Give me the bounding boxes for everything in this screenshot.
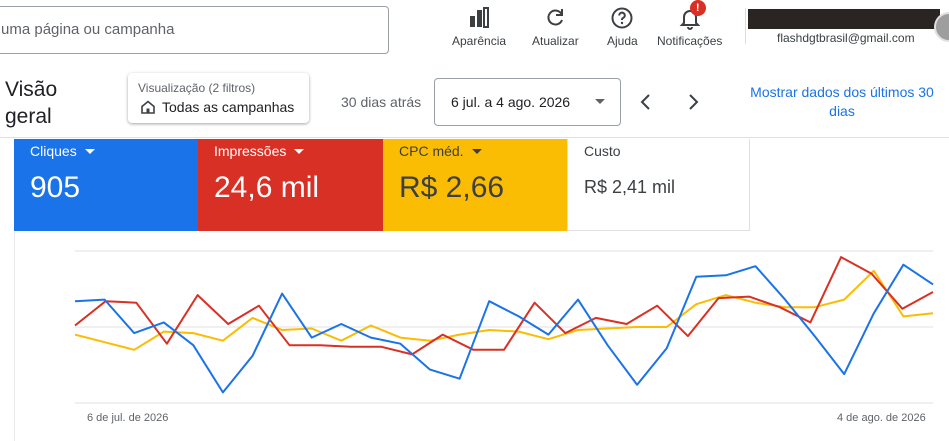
notification-badge: !: [689, 0, 706, 16]
metric-card-cost[interactable]: Custo R$ 2,41 mil: [567, 139, 750, 231]
account-email[interactable]: flashdgtbrasil@gmail.com: [777, 31, 915, 45]
help-label: Ajuda: [607, 34, 638, 48]
refresh-label: Atualizar: [532, 34, 579, 48]
search-placeholder: uma página ou campanha: [1, 21, 175, 38]
view-filter-label: Visualização (2 filtros): [138, 81, 256, 95]
help-button[interactable]: Ajuda: [607, 6, 638, 48]
metric-card-clicks[interactable]: Cliques 905: [14, 139, 198, 231]
refresh-button[interactable]: Atualizar: [532, 6, 579, 48]
metric-label: Impressões: [214, 143, 287, 159]
refresh-icon: [547, 9, 564, 26]
metric-label: Custo: [584, 143, 621, 159]
search-input[interactable]: uma página ou campanha: [0, 6, 389, 54]
metric-value: R$ 2,41 mil: [584, 177, 676, 197]
view-value: Todas as campanhas: [162, 99, 295, 115]
line-chart: [74, 250, 934, 404]
toolbar-divider: [745, 8, 746, 44]
appearance-label: Aparência: [452, 34, 507, 48]
notifications-label: Notificações: [657, 34, 723, 48]
caret-down-icon: [595, 99, 605, 104]
caret-down-icon: [84, 148, 95, 154]
metric-card-avg-cpc[interactable]: CPC méd. R$ 2,66: [383, 139, 567, 231]
metric-value: R$ 2,66: [399, 171, 505, 204]
caret-down-icon: [294, 148, 305, 154]
show-last-30-days-link[interactable]: Mostrar dados dos últimos 30 dias: [736, 83, 948, 121]
top-bar: uma página ou campanha Aparência Atualiz…: [0, 0, 949, 70]
series-line-clicks: [74, 263, 934, 394]
chevron-left-icon[interactable]: [634, 90, 658, 114]
metric-card-impressions[interactable]: Impressões 24,6 mil: [198, 139, 383, 231]
notifications-button[interactable]: ! Notificações: [657, 0, 723, 48]
series-line-impressions: [74, 256, 934, 356]
performance-chart: 6 de jul. de 2026 4 de ago. de 2026: [14, 231, 949, 441]
appearance-button[interactable]: Aparência: [452, 6, 506, 48]
date-range-select[interactable]: 6 jul. a 4 ago. 2026: [434, 78, 621, 126]
metric-value: 905: [30, 171, 81, 204]
page-title: Visão geral: [5, 78, 58, 128]
date-range-label: 30 dias atrás: [341, 94, 422, 110]
date-range-value: 6 jul. a 4 ago. 2026: [451, 94, 571, 110]
metric-label: CPC méd.: [399, 143, 464, 159]
metric-label: Cliques: [30, 143, 77, 159]
help-icon: [611, 7, 633, 29]
redacted-account-name: [748, 9, 940, 29]
home-icon: [141, 100, 155, 114]
view-selector[interactable]: Visualização (2 filtros) Todas as campan…: [128, 73, 309, 123]
overview-header: Visão geral Visualização (2 filtros) Tod…: [0, 70, 949, 138]
x-axis-start-label: 6 de jul. de 2026: [87, 412, 169, 424]
caret-down-icon: [471, 148, 482, 154]
appearance-icon: [470, 7, 490, 28]
metric-value: 24,6 mil: [214, 171, 320, 204]
series-line-avg-cpc: [74, 269, 934, 351]
x-axis-end-label: 4 de ago. de 2026: [837, 412, 926, 424]
chevron-right-icon[interactable]: [681, 90, 705, 114]
